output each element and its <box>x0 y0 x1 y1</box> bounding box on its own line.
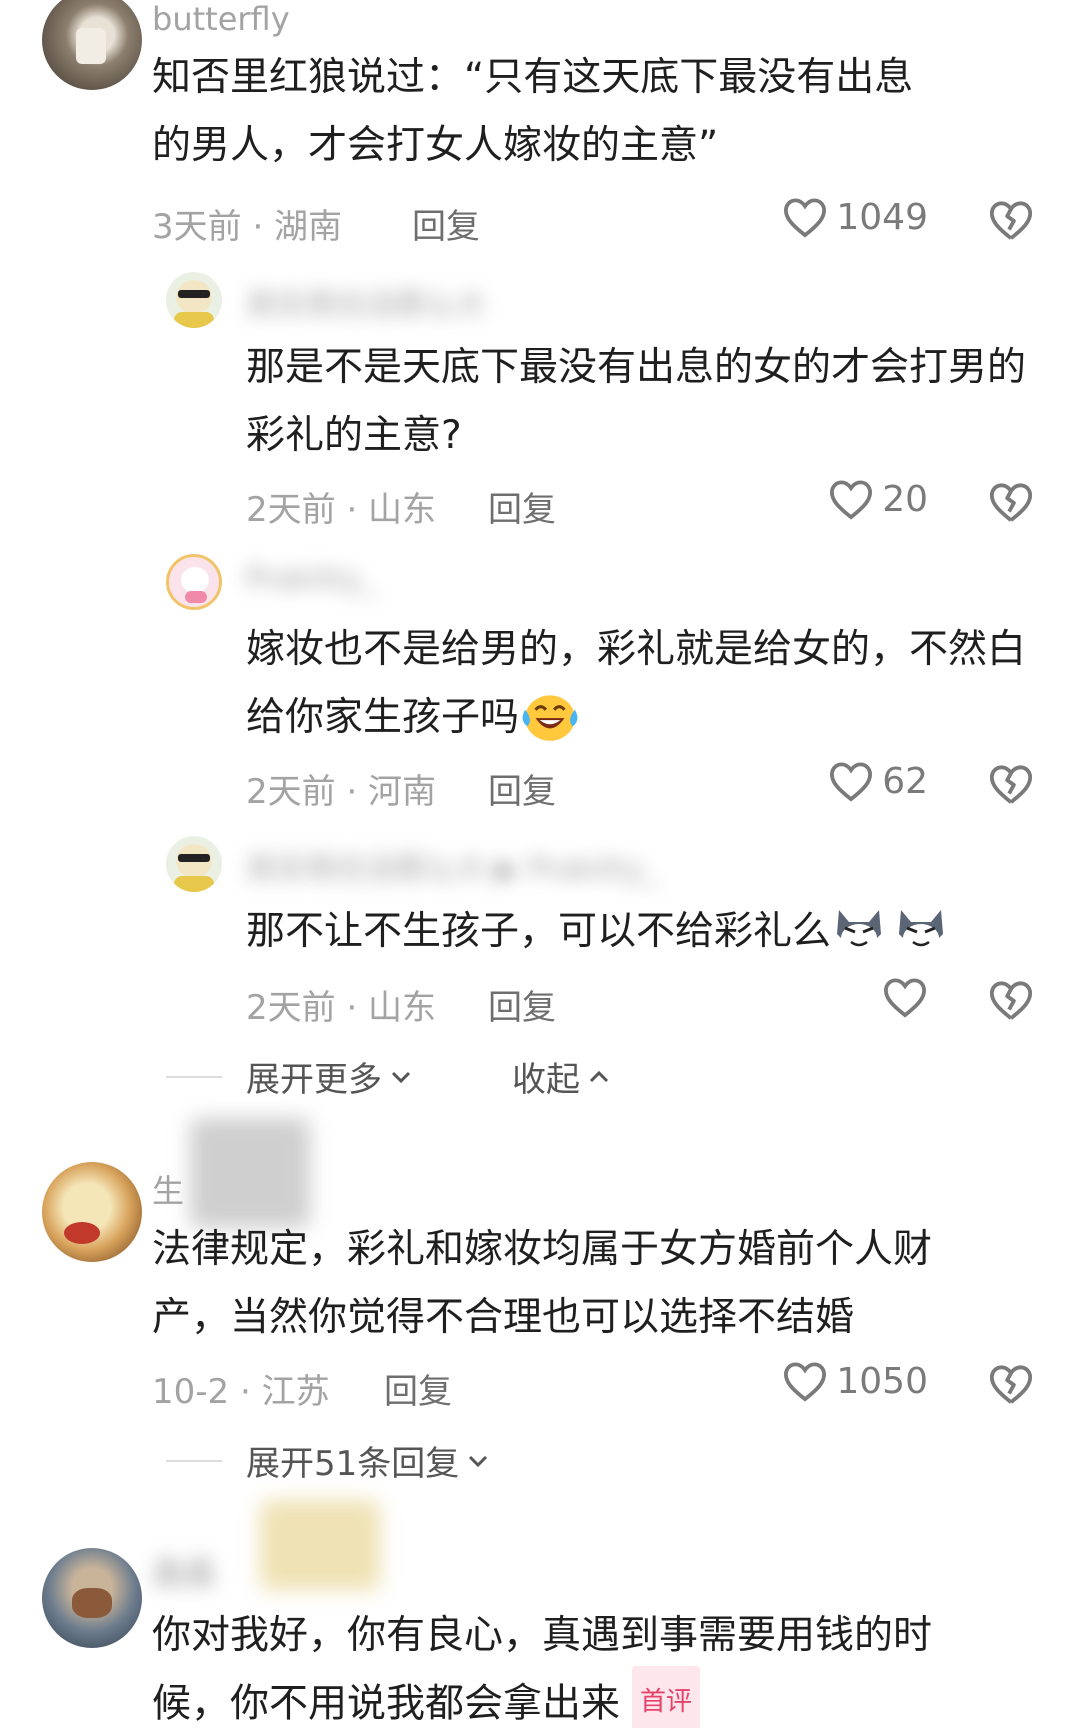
reply-button[interactable]: 回复 <box>384 1364 452 1413</box>
expand-more-button[interactable]: 展开更多 <box>166 1052 414 1101</box>
divider <box>166 1459 222 1462</box>
reply-text-content: 嫁妆也不是给男的，彩礼就是给女的，不然白给你家生孩子吗 <box>246 627 1027 740</box>
avatar[interactable] <box>166 554 222 610</box>
broken-heart-icon[interactable] <box>988 762 1034 806</box>
comment-username[interactable]: 生 <box>152 1166 184 1212</box>
like-count: 1049 <box>836 196 928 238</box>
collapse-label: 收起 <box>512 1060 580 1100</box>
reply-text-content: 那不让不生孩子，可以不给彩礼么 <box>246 909 832 954</box>
reply-meta: 2天前 · 河南 <box>246 772 437 812</box>
laughing-tears-emoji-icon <box>522 694 578 741</box>
reply-button[interactable]: 回复 <box>488 764 556 813</box>
heart-outline-icon <box>883 978 927 1018</box>
reply-username[interactable]: 其实雨也没那么大 <box>246 280 486 324</box>
reply-button[interactable]: 回复 <box>488 482 556 531</box>
reply-button[interactable]: 回复 <box>488 980 556 1029</box>
blurred-username-overlay <box>260 1500 380 1590</box>
like-button[interactable]: 20 <box>828 478 928 520</box>
avatar[interactable] <box>166 272 222 328</box>
avatar[interactable] <box>42 0 142 90</box>
like-button[interactable]: 1049 <box>782 196 928 238</box>
reply-text: 那是不是天底下最没有出息的女的才会打男的彩礼的主意? <box>246 345 1027 458</box>
comment-meta: 10-2 · 江苏 <box>152 1372 330 1412</box>
expand-more-label: 展开更多 <box>246 1060 382 1100</box>
collapse-button[interactable]: 收起 <box>512 1052 612 1101</box>
heart-outline-icon <box>784 1362 827 1402</box>
reply-username[interactable]: Prakitty_ <box>246 562 376 597</box>
divider <box>166 1075 222 1078</box>
chevron-down-icon <box>469 1455 488 1467</box>
comment-text: 你对我好，你有良心，真遇到事需要用钱的时候，你不用说我都会拿出来 首评 <box>152 1602 972 1728</box>
comment-text: 法律规定，彩礼和嫁妆均属于女方婚前个人财产，当然你觉得不合理也可以选择不结婚 <box>152 1227 933 1340</box>
reply-text: 那不让不生孩子，可以不给彩礼么 <box>246 898 1036 966</box>
chevron-down-icon <box>391 1071 411 1083</box>
reply-username[interactable]: 其实雨也没那么大 ▶ Prakitty_ <box>246 844 658 888</box>
reply-button[interactable]: 回复 <box>412 199 480 248</box>
like-button[interactable] <box>882 976 928 1018</box>
blurred-username-overlay <box>190 1118 310 1228</box>
avatar[interactable] <box>166 836 222 892</box>
avatar[interactable] <box>42 1548 142 1648</box>
like-count: 62 <box>882 760 928 802</box>
like-count: 20 <box>882 478 928 520</box>
reply-meta: 2天前 · 山东 <box>246 988 437 1028</box>
broken-heart-icon[interactable] <box>988 198 1034 242</box>
heart-outline-icon <box>784 198 827 238</box>
reply-meta: 2天前 · 山东 <box>246 490 437 530</box>
wolf-emoji-icon <box>899 909 944 952</box>
broken-heart-icon[interactable] <box>988 480 1034 524</box>
like-button[interactable]: 1050 <box>782 1360 928 1402</box>
expand-replies-button[interactable]: 展开51条回复 <box>166 1436 491 1485</box>
comment-username[interactable]: 鑫鑫 <box>152 1548 216 1594</box>
heart-outline-icon <box>830 480 873 520</box>
expand-replies-label: 展开51条回复 <box>246 1444 460 1484</box>
broken-heart-icon[interactable] <box>988 1362 1034 1406</box>
first-comment-badge: 首评 <box>632 1666 701 1728</box>
reply-text: 嫁妆也不是给男的，彩礼就是给女的，不然白给你家生孩子吗 <box>246 616 1036 752</box>
wolf-emoji-icon <box>837 909 882 952</box>
like-button[interactable]: 62 <box>828 760 928 802</box>
avatar[interactable] <box>42 1162 142 1262</box>
broken-heart-icon[interactable] <box>988 978 1034 1022</box>
heart-outline-icon <box>830 762 873 802</box>
comment-username[interactable]: butterfly <box>152 0 290 38</box>
comment-text-content: 你对我好，你有良心，真遇到事需要用钱的时候，你不用说我都会拿出来 <box>152 1613 933 1727</box>
comment-meta: 3天前 · 湖南 <box>152 207 343 247</box>
comment-text: 知否里红狼说过：“只有这天底下最没有出息的男人，才会打女人嫁妆的主意” <box>152 55 914 168</box>
like-count: 1050 <box>836 1360 928 1402</box>
chevron-up-icon <box>589 1070 609 1082</box>
